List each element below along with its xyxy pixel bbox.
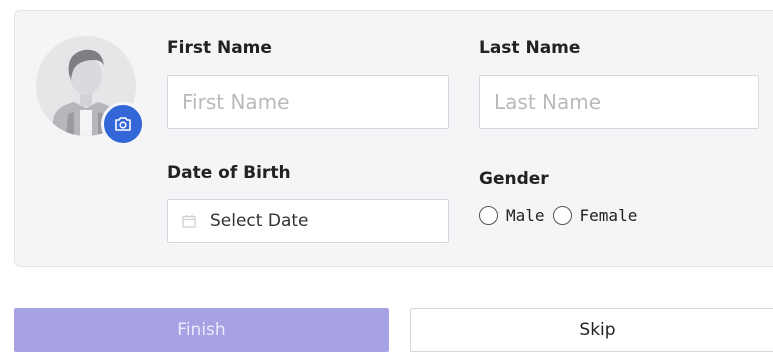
last-name-label: Last Name <box>479 38 581 58</box>
radio-button[interactable] <box>552 206 572 225</box>
radio-label-female: Female <box>579 206 638 225</box>
gender-radio-group: Male Female <box>479 206 645 225</box>
gender-label: Gender <box>479 169 549 189</box>
radio-button[interactable] <box>479 206 498 225</box>
first-name-field[interactable] <box>167 75 449 129</box>
gender-option-male[interactable]: Male <box>479 206 545 225</box>
gender-option-female[interactable]: Female <box>552 206 638 225</box>
upload-photo-button[interactable] <box>101 102 145 146</box>
last-name-field[interactable] <box>479 75 759 129</box>
calendar-icon <box>182 215 196 228</box>
date-of-birth-label: Date of Birth <box>167 163 291 183</box>
radio-label-male: Male <box>506 206 545 225</box>
first-name-label: First Name <box>167 38 272 58</box>
camera-icon <box>115 117 131 131</box>
finish-button[interactable]: Finish <box>14 308 389 352</box>
date-picker-text: Select Date <box>210 211 309 231</box>
avatar-upload <box>36 36 145 146</box>
date-picker-field[interactable]: Select Date <box>167 199 449 243</box>
skip-button[interactable]: Skip <box>410 308 773 352</box>
